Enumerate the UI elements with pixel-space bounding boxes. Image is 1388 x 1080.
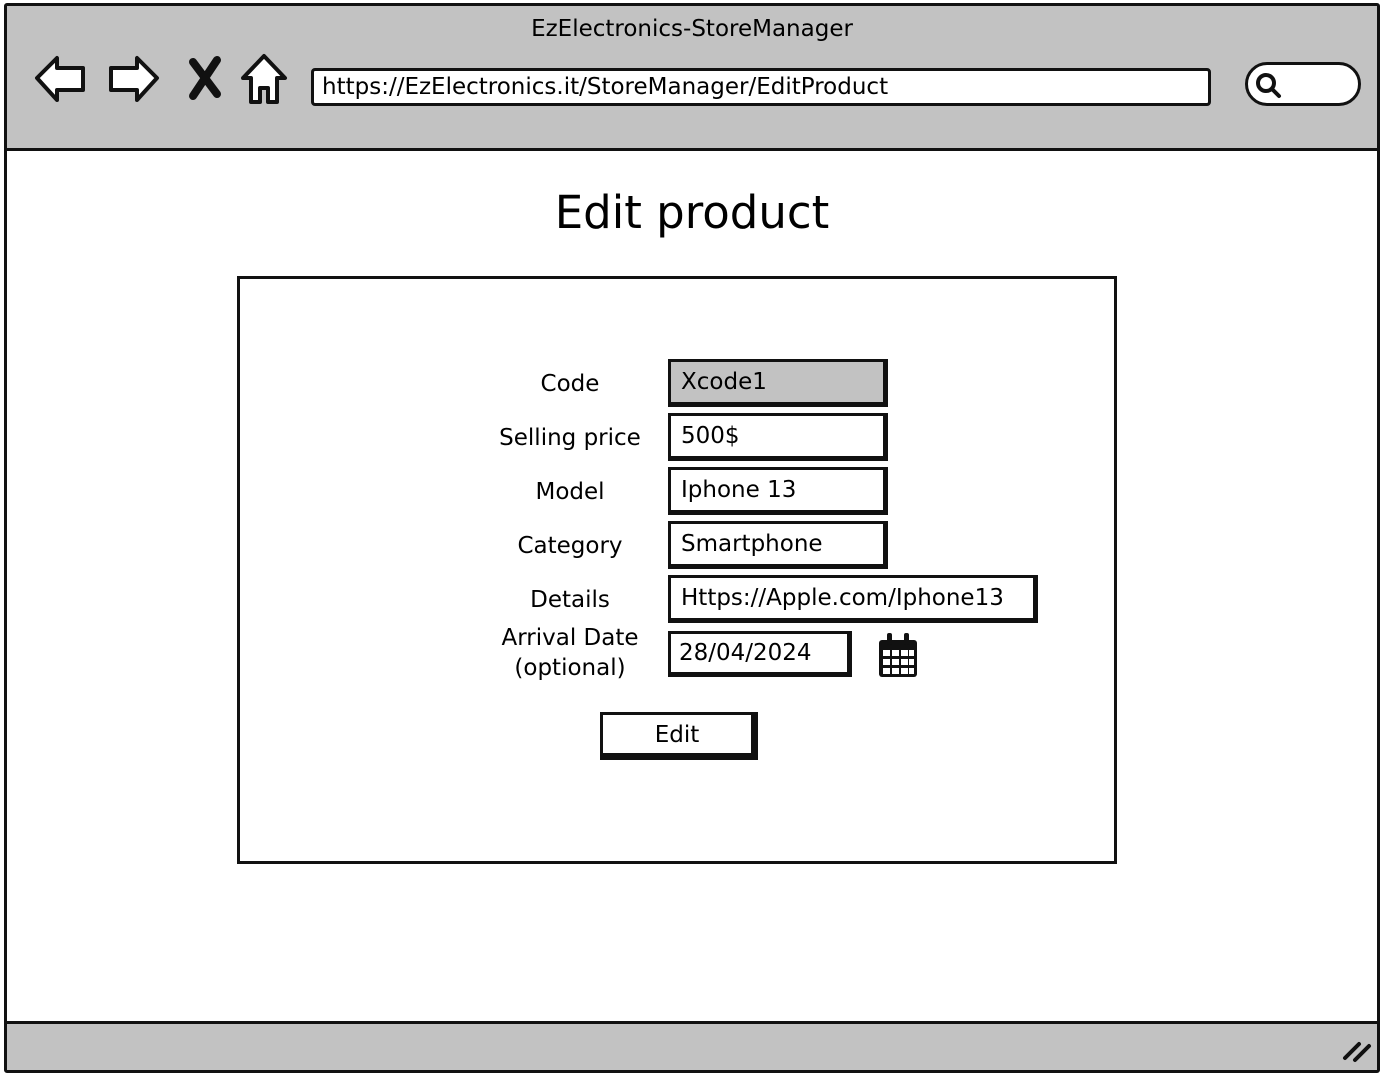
category-label: Category	[517, 533, 623, 559]
status-bar	[7, 1021, 1377, 1070]
edit-button[interactable]: Edit	[600, 712, 758, 760]
browser-toolbar: EzElectronics-StoreManager https://EzEle…	[7, 6, 1377, 151]
details-label: Details	[530, 587, 610, 613]
window-title: EzElectronics-StoreManager	[531, 16, 853, 42]
browser-window: EzElectronics-StoreManager https://EzEle…	[4, 3, 1380, 1073]
search-input[interactable]	[1245, 62, 1361, 106]
model-field[interactable]: Iphone 13	[668, 467, 888, 515]
code-field: Xcode1	[668, 359, 888, 407]
code-label: Code	[540, 371, 600, 397]
details-field[interactable]: Https://Apple.com/Iphone13	[668, 575, 1038, 623]
back-arrow-icon[interactable]	[31, 50, 89, 108]
edit-product-form: Code Xcode1 Selling price 500$ Model Iph…	[237, 276, 1117, 864]
home-icon[interactable]	[235, 50, 293, 108]
close-icon[interactable]	[177, 50, 235, 108]
page-title: Edit product	[554, 186, 830, 239]
calendar-icon[interactable]	[876, 631, 920, 681]
arrival-date-field[interactable]: 28/04/2024	[668, 631, 852, 677]
selling-price-label: Selling price	[499, 425, 641, 451]
arrival-date-label-line2: (optional)	[514, 655, 626, 681]
selling-price-field[interactable]: 500$	[668, 413, 888, 461]
arrival-date-label-line1: Arrival Date	[501, 625, 639, 651]
address-bar[interactable]: https://EzElectronics.it/StoreManager/Ed…	[311, 68, 1211, 106]
category-field[interactable]: Smartphone	[668, 521, 888, 569]
resize-grip-icon[interactable]	[1339, 1036, 1373, 1064]
model-label: Model	[535, 479, 605, 505]
forward-arrow-icon[interactable]	[105, 50, 163, 108]
search-icon	[1256, 73, 1281, 98]
arrival-date-label: Arrival Date (optional)	[470, 623, 670, 683]
